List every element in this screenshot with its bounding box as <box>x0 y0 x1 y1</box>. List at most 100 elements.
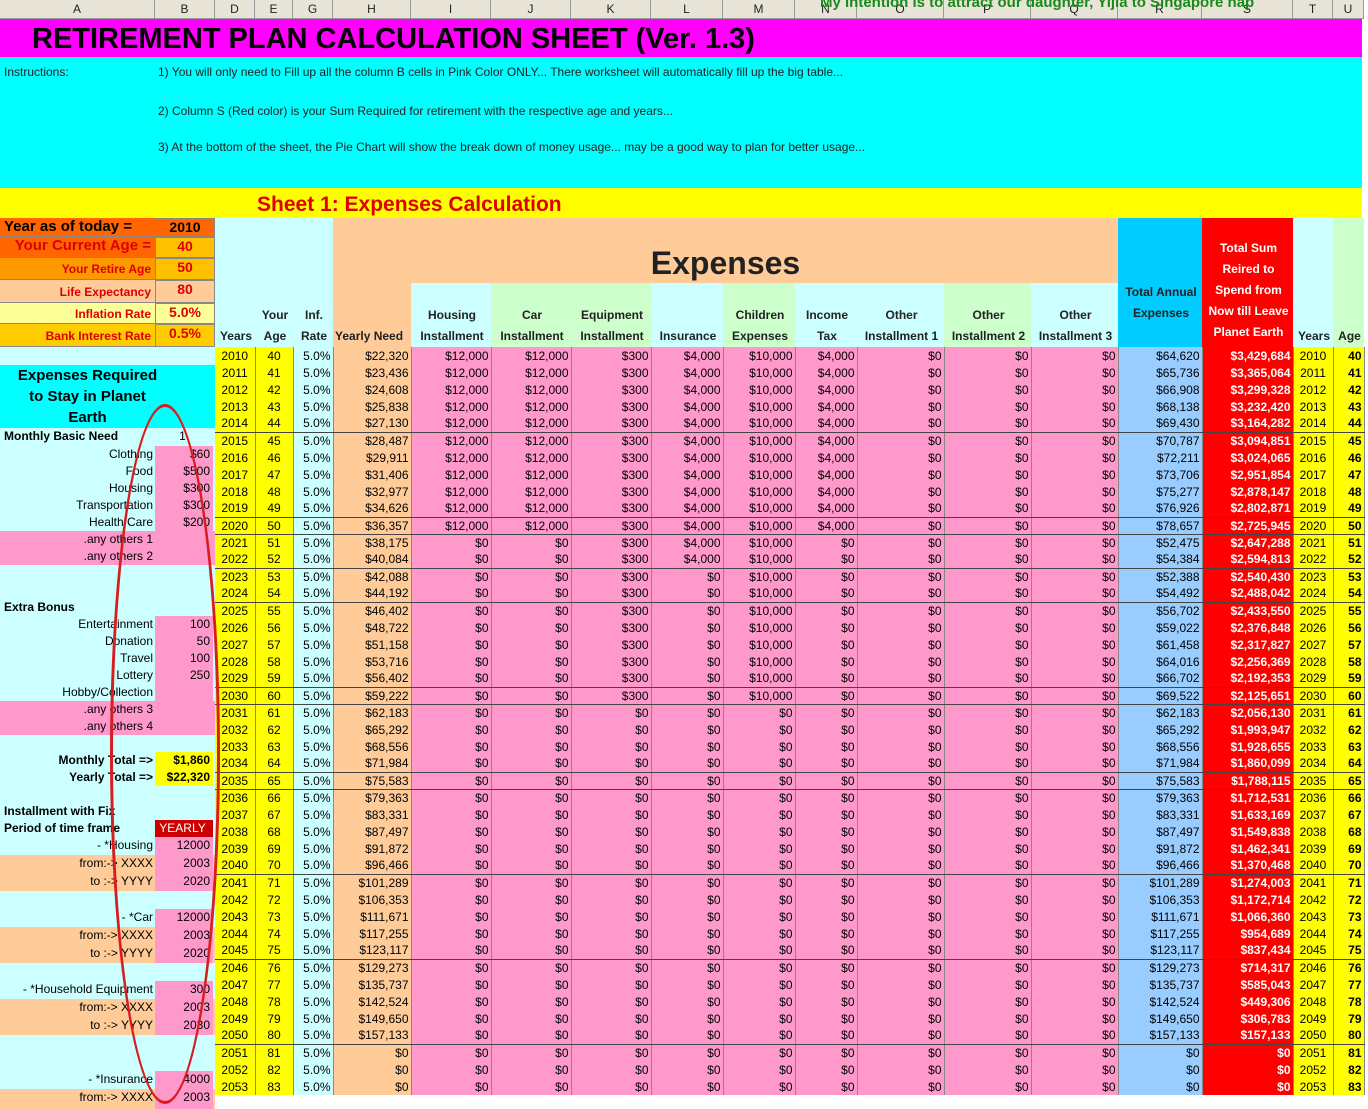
cell[interactable]: 2035 <box>215 772 256 790</box>
cell[interactable]: $300 <box>571 636 652 653</box>
cell[interactable]: $0 <box>944 398 1032 415</box>
left-value[interactable] <box>155 701 213 718</box>
cell[interactable]: $0 <box>857 1010 945 1027</box>
cell[interactable]: $0 <box>944 517 1032 535</box>
cell[interactable]: $0 <box>491 840 572 857</box>
col-header-g[interactable]: G <box>293 0 333 19</box>
cell[interactable]: $0 <box>491 823 572 840</box>
cell[interactable]: $0 <box>571 721 652 738</box>
cell[interactable]: $2,725,945 <box>1202 517 1294 535</box>
cell[interactable]: $4,000 <box>795 398 858 415</box>
cell[interactable]: $1,066,360 <box>1202 908 1294 925</box>
cell[interactable]: 59 <box>255 670 294 688</box>
cell[interactable]: $149,650 <box>333 1010 412 1027</box>
cell[interactable]: $0 <box>1031 823 1119 840</box>
cell[interactable]: 5.0% <box>293 1027 334 1045</box>
cell[interactable]: $71,984 <box>333 755 412 773</box>
cell[interactable]: $0 <box>857 364 945 381</box>
cell[interactable]: 5.0% <box>293 364 334 381</box>
cell[interactable]: $68,138 <box>1118 398 1203 415</box>
cell[interactable]: 67 <box>1333 806 1365 823</box>
left-value[interactable]: $22,320 <box>155 769 213 786</box>
cell[interactable]: 2028 <box>1293 653 1334 670</box>
cell[interactable]: 2044 <box>1293 925 1334 942</box>
cell[interactable]: $0 <box>651 755 724 773</box>
cell[interactable]: $12,000 <box>491 364 572 381</box>
cell[interactable]: $10,000 <box>723 534 796 551</box>
cell[interactable]: 79 <box>1333 1010 1365 1027</box>
cell[interactable]: $0 <box>491 959 572 976</box>
cell[interactable]: $0 <box>1031 619 1119 636</box>
cell[interactable]: 5.0% <box>293 1061 334 1078</box>
cell[interactable]: $10,000 <box>723 483 796 500</box>
cell[interactable]: 2029 <box>1293 670 1334 688</box>
cell[interactable]: $300 <box>571 347 652 364</box>
cell[interactable]: $0 <box>411 1044 492 1061</box>
cell[interactable]: $36,357 <box>333 517 412 535</box>
cell[interactable]: $0 <box>795 619 858 636</box>
cell[interactable]: 59 <box>1333 670 1365 688</box>
cell[interactable]: $0 <box>1031 789 1119 806</box>
cell[interactable]: $0 <box>795 1044 858 1061</box>
cell[interactable]: $1,462,341 <box>1202 840 1294 857</box>
cell[interactable]: $10,000 <box>723 670 796 688</box>
cell[interactable]: 77 <box>1333 976 1365 993</box>
cell[interactable]: $2,056,130 <box>1202 704 1294 721</box>
cell[interactable]: $10,000 <box>723 364 796 381</box>
cell[interactable]: 2019 <box>215 500 256 518</box>
left-value[interactable]: 250 <box>155 667 213 684</box>
cell[interactable]: 40 <box>1333 347 1365 364</box>
cell[interactable]: $10,000 <box>723 687 796 705</box>
cell[interactable]: $0 <box>1031 432 1119 449</box>
cell[interactable]: $2,540,430 <box>1202 568 1294 585</box>
cell[interactable]: 70 <box>1333 857 1365 875</box>
cell[interactable]: $0 <box>411 568 492 585</box>
cell[interactable]: $0 <box>723 840 796 857</box>
cell[interactable]: $0 <box>795 1061 858 1078</box>
cell[interactable]: $10,000 <box>723 551 796 569</box>
cell[interactable]: 2048 <box>1293 993 1334 1010</box>
cell[interactable]: 2046 <box>215 959 256 976</box>
cell[interactable]: $12,000 <box>411 517 492 535</box>
cell[interactable]: $59,222 <box>333 687 412 705</box>
cell[interactable]: $48,722 <box>333 619 412 636</box>
cell[interactable]: 55 <box>255 602 294 619</box>
cell[interactable]: 5.0% <box>293 534 334 551</box>
cell[interactable]: $10,000 <box>723 398 796 415</box>
cell[interactable]: $0 <box>491 568 572 585</box>
cell[interactable]: $3,429,684 <box>1202 347 1294 364</box>
cell[interactable]: 5.0% <box>293 687 334 705</box>
cell[interactable]: $64,016 <box>1118 653 1203 670</box>
left-value[interactable] <box>155 718 213 735</box>
retire-age-input[interactable]: 50 <box>155 258 215 280</box>
cell[interactable]: 54 <box>1333 585 1365 603</box>
cell[interactable]: $10,000 <box>723 568 796 585</box>
cell[interactable]: $0 <box>944 619 1032 636</box>
cell[interactable]: $0 <box>795 602 858 619</box>
cell[interactable]: $0 <box>723 823 796 840</box>
cell[interactable]: $52,388 <box>1118 568 1203 585</box>
cell[interactable]: 2024 <box>1293 585 1334 603</box>
cell[interactable]: $0 <box>795 568 858 585</box>
cell[interactable]: $79,363 <box>1118 789 1203 806</box>
cell[interactable]: 2035 <box>1293 772 1334 790</box>
cell[interactable]: 47 <box>1333 466 1365 483</box>
cell[interactable]: $0 <box>491 755 572 773</box>
cell[interactable]: $0 <box>651 687 724 705</box>
cell[interactable]: $0 <box>723 891 796 908</box>
cell[interactable]: $0 <box>857 738 945 755</box>
cell[interactable]: 56 <box>1333 619 1365 636</box>
cell[interactable]: $0 <box>571 993 652 1010</box>
cell[interactable]: $0 <box>944 653 1032 670</box>
cell[interactable]: $0 <box>1031 466 1119 483</box>
cell[interactable]: 77 <box>255 976 294 993</box>
cell[interactable]: 76 <box>1333 959 1365 976</box>
cell[interactable]: 5.0% <box>293 993 334 1010</box>
inflation-rate-input[interactable]: 5.0% <box>155 303 215 324</box>
cell[interactable]: 52 <box>1333 551 1365 569</box>
cell[interactable]: $12,000 <box>491 466 572 483</box>
cell[interactable]: $0 <box>795 874 858 891</box>
left-value[interactable]: 100 <box>155 616 213 633</box>
col-header-t[interactable]: T <box>1293 0 1333 19</box>
cell[interactable]: $4,000 <box>795 500 858 518</box>
